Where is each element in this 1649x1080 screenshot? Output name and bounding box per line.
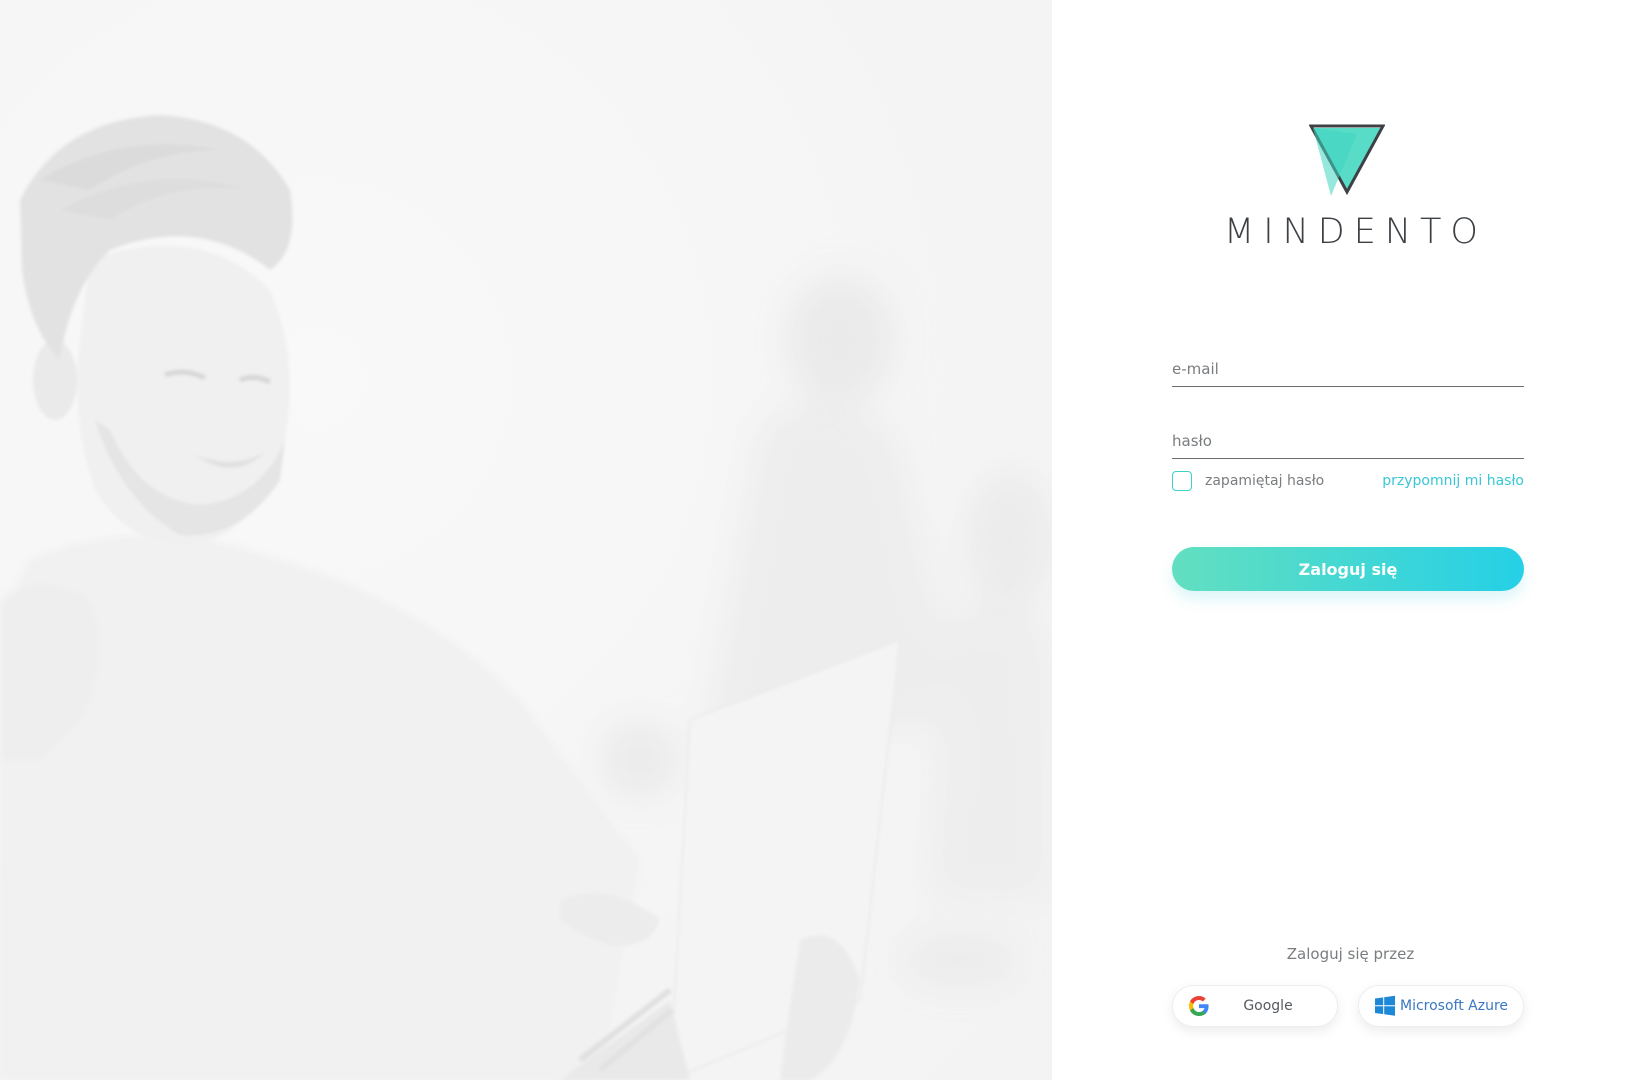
email-input[interactable] — [1172, 360, 1524, 378]
azure-label: Microsoft Azure — [1399, 998, 1509, 1014]
remember-checkbox[interactable] — [1172, 471, 1192, 491]
remember-me: zapamiętaj hasło — [1172, 471, 1324, 491]
google-login-button[interactable]: Google — [1172, 985, 1338, 1027]
azure-login-button[interactable]: Microsoft Azure — [1358, 985, 1524, 1027]
hero-image — [0, 0, 1052, 1080]
forgot-password-link[interactable]: przypomnij mi hasło — [1382, 473, 1524, 489]
mindento-logo-icon — [1309, 124, 1385, 196]
google-label: Google — [1243, 998, 1293, 1014]
sso-title: Zaloguj się przez — [1286, 945, 1415, 963]
remember-label: zapamiętaj hasło — [1205, 473, 1325, 489]
login-button[interactable]: Zaloguj się — [1172, 547, 1524, 591]
email-field — [1172, 346, 1524, 387]
windows-icon — [1375, 995, 1395, 1016]
login-page: MINDENTO zapamiętaj hasło przypomnij mi … — [0, 0, 1649, 1080]
login-panel: MINDENTO zapamiętaj hasło przypomnij mi … — [1052, 0, 1649, 1080]
password-field — [1172, 418, 1524, 459]
hero-photo-illustration — [0, 0, 1052, 1080]
google-icon — [1189, 996, 1209, 1016]
brand-name: MINDENTO — [1224, 212, 1487, 252]
password-input[interactable] — [1172, 432, 1524, 450]
